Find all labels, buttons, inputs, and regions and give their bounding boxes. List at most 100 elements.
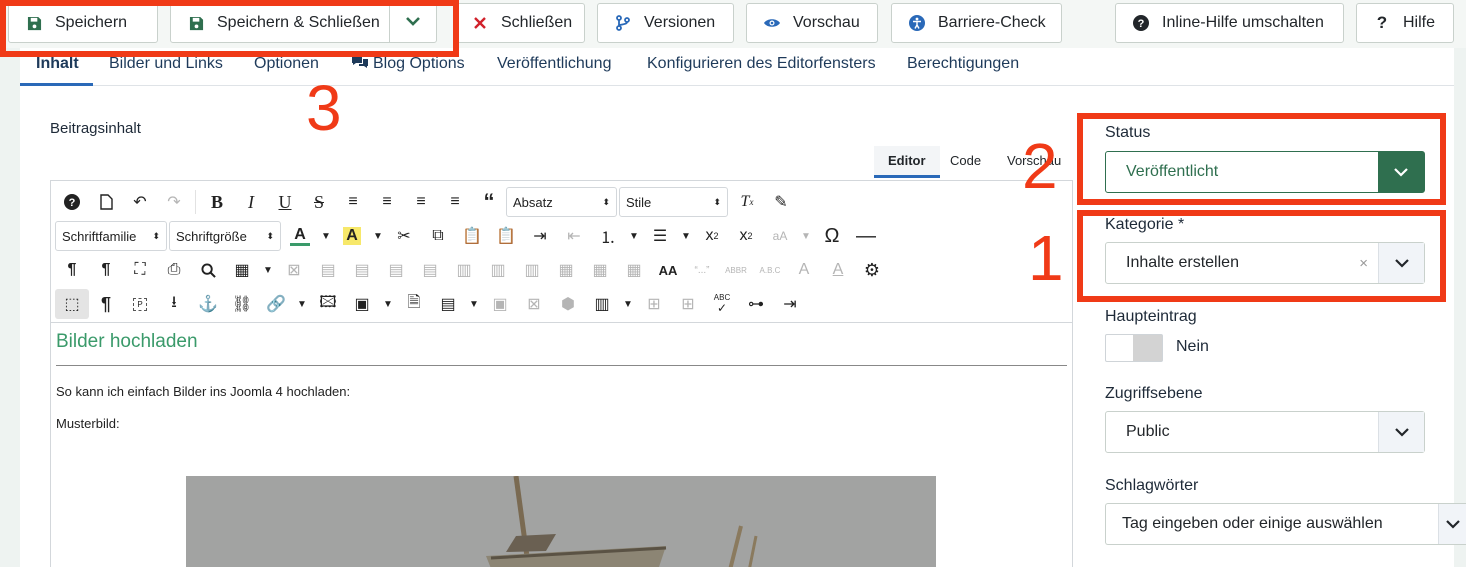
- access-select[interactable]: Public: [1105, 411, 1425, 453]
- numbered-list-icon[interactable]: ⒈: [591, 221, 625, 251]
- font-case-icon[interactable]: AA: [651, 255, 685, 285]
- nonbreaking-icon[interactable]: ⇥: [773, 289, 807, 319]
- print-icon[interactable]: ⎙: [157, 255, 191, 285]
- acronym-icon[interactable]: A.B.C: [753, 255, 787, 285]
- caret-down-icon[interactable]: ▼: [369, 221, 387, 251]
- text-color-icon[interactable]: A: [283, 221, 317, 251]
- table-row-delete-icon[interactable]: ▤: [413, 255, 447, 285]
- page-icon[interactable]: 🗎: [397, 289, 431, 319]
- visual-blocks-icon[interactable]: ⬚: [55, 289, 89, 319]
- paste-icon[interactable]: 📋: [455, 221, 489, 251]
- preview-button[interactable]: Vorschau: [746, 3, 878, 43]
- link-icon[interactable]: 🔗: [259, 289, 293, 319]
- template-icon[interactable]: ▣: [345, 289, 379, 319]
- table-delete-icon[interactable]: ⊠: [277, 255, 311, 285]
- superscript-icon[interactable]: x2: [729, 221, 763, 251]
- caret-down-icon[interactable]: ▼: [619, 289, 637, 319]
- show-blocks-icon[interactable]: ¶: [89, 289, 123, 319]
- gear-icon[interactable]: ⚙: [855, 255, 889, 285]
- underline-a-icon[interactable]: A: [821, 255, 855, 285]
- abbr-icon[interactable]: ABBR: [719, 255, 753, 285]
- align-left-icon[interactable]: ≡: [404, 187, 438, 217]
- styles-select[interactable]: Stile ⬍: [619, 187, 728, 217]
- a11y-check-button[interactable]: Barriere-Check: [891, 3, 1062, 43]
- table-col-after-icon[interactable]: ▥: [481, 255, 515, 285]
- cube-icon[interactable]: ⬢: [551, 289, 585, 319]
- col-add-icon[interactable]: ⊞: [637, 289, 671, 319]
- blockquote-icon[interactable]: “: [472, 187, 506, 217]
- redo-icon[interactable]: ↷: [157, 187, 191, 217]
- image-disabled-icon[interactable]: ▣: [483, 289, 517, 319]
- background-color-icon[interactable]: A: [335, 221, 369, 251]
- underline-icon[interactable]: U: [268, 187, 302, 217]
- outdent-icon[interactable]: ⇤: [557, 221, 591, 251]
- tab-permissions[interactable]: Berechtigungen: [907, 48, 1019, 86]
- caret-down-icon[interactable]: ▼: [465, 289, 483, 319]
- table-col-delete-icon[interactable]: ▥: [515, 255, 549, 285]
- paragraph-select[interactable]: Absatz ⬍: [506, 187, 617, 217]
- undo-icon[interactable]: ↶: [123, 187, 157, 217]
- table-split-icon[interactable]: ▦: [549, 255, 583, 285]
- editor-body[interactable]: Bilder hochladen So kann ich einfach Bil…: [51, 322, 1072, 567]
- versions-button[interactable]: Versionen: [597, 3, 734, 43]
- bold-icon[interactable]: B: [200, 187, 234, 217]
- columns-icon[interactable]: ▥: [585, 289, 619, 319]
- indent-icon[interactable]: ⇥: [523, 221, 557, 251]
- insert-icon[interactable]: ⭳: [157, 289, 191, 319]
- cut-icon[interactable]: ✂: [387, 221, 421, 251]
- caret-down-icon[interactable]: ▼: [259, 255, 277, 285]
- tab-publishing[interactable]: Veröffentlichung: [497, 48, 611, 86]
- layout-icon[interactable]: ▤: [431, 289, 465, 319]
- table-merge-icon[interactable]: ▦: [583, 255, 617, 285]
- table-row-after-icon[interactable]: ▤: [379, 255, 413, 285]
- font-family-select[interactable]: Schriftfamilie ⬍: [55, 221, 167, 251]
- tags-select[interactable]: Tag eingeben oder einige auswählen: [1105, 503, 1466, 545]
- rtl-icon[interactable]: ¶: [89, 255, 123, 285]
- strikethrough-icon[interactable]: S: [302, 187, 336, 217]
- subscript-icon[interactable]: x2: [695, 221, 729, 251]
- search-icon[interactable]: [191, 255, 225, 285]
- font-case-icon[interactable]: aA: [763, 221, 797, 251]
- table-props-icon[interactable]: ▦: [617, 255, 651, 285]
- editor-tab-code[interactable]: Code: [936, 146, 995, 178]
- table-row-icon[interactable]: ▤: [311, 255, 345, 285]
- table-col-before-icon[interactable]: ▥: [447, 255, 481, 285]
- featured-toggle[interactable]: [1105, 334, 1163, 362]
- inline-help-button[interactable]: ? Inline-Hilfe umschalten: [1115, 3, 1344, 43]
- caret-down-icon[interactable]: ▼: [379, 289, 397, 319]
- clear-format-icon[interactable]: Tx: [730, 187, 764, 217]
- content-image[interactable]: [186, 476, 936, 567]
- page-break-icon[interactable]: ⊶: [739, 289, 773, 319]
- brush-icon[interactable]: ✎: [764, 187, 798, 217]
- table-row-before-icon[interactable]: ▤: [345, 255, 379, 285]
- tab-editor-config[interactable]: Konfigurieren des Editorfensters: [647, 48, 876, 86]
- paragraph-marker-icon[interactable]: P: [123, 289, 157, 319]
- caret-down-icon[interactable]: ▼: [293, 289, 311, 319]
- anchor-icon[interactable]: ⚓: [191, 289, 225, 319]
- close-button[interactable]: Schließen: [454, 3, 585, 43]
- table-icon[interactable]: ▦: [225, 255, 259, 285]
- quote-icon[interactable]: “...”: [685, 255, 719, 285]
- spellcheck-icon[interactable]: ABC ✓: [705, 289, 739, 319]
- col-remove-icon[interactable]: ⊞: [671, 289, 705, 319]
- align-center-icon[interactable]: ≡: [370, 187, 404, 217]
- unlink-icon[interactable]: ⛓: [225, 289, 259, 319]
- strike-a-icon[interactable]: A: [787, 255, 821, 285]
- italic-icon[interactable]: I: [234, 187, 268, 217]
- bullet-list-icon[interactable]: ☰: [643, 221, 677, 251]
- copy-icon[interactable]: ⧉: [421, 221, 455, 251]
- paste-text-icon[interactable]: 📋: [489, 221, 523, 251]
- new-document-icon[interactable]: [89, 187, 123, 217]
- omega-icon[interactable]: Ω: [815, 221, 849, 251]
- help-button[interactable]: ? Hilfe: [1356, 3, 1454, 43]
- ltr-icon[interactable]: ¶: [55, 255, 89, 285]
- font-size-select[interactable]: Schriftgröße ⬍: [169, 221, 281, 251]
- align-justify-icon[interactable]: ≡: [336, 187, 370, 217]
- caret-down-icon[interactable]: ▼: [797, 221, 815, 251]
- editor-tab-editor[interactable]: Editor: [874, 146, 940, 178]
- image-icon[interactable]: 🖾: [311, 289, 345, 319]
- help-icon[interactable]: ?: [55, 187, 89, 217]
- caret-down-icon[interactable]: ▼: [625, 221, 643, 251]
- align-right-icon[interactable]: ≡: [438, 187, 472, 217]
- horizontal-rule-icon[interactable]: —: [849, 221, 883, 251]
